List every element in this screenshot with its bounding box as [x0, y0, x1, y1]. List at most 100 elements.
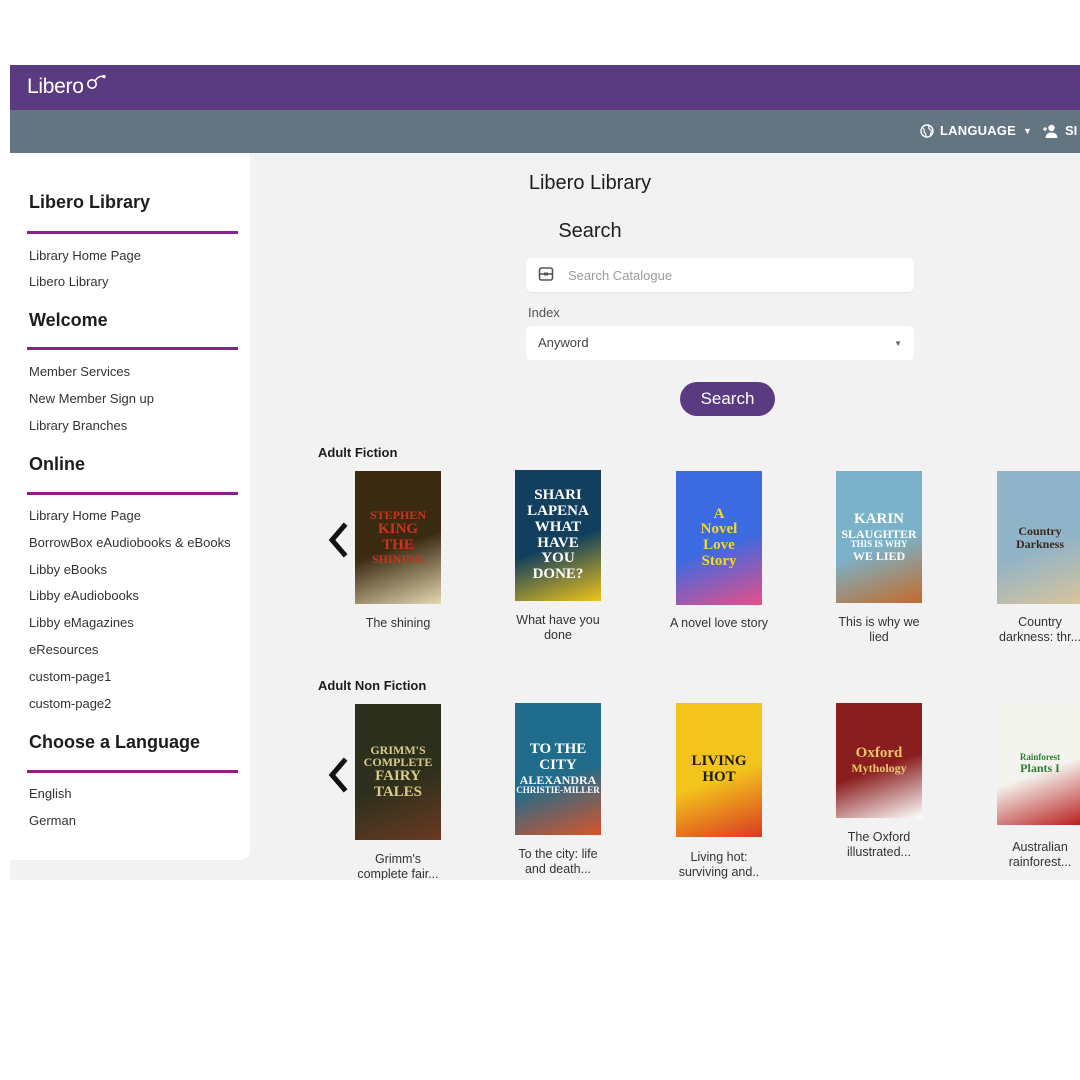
sidebar-link-library-home-page[interactable]: Library Home Page	[29, 248, 141, 263]
top-bar: Libero	[10, 65, 1080, 110]
book-cover-text: Darkness	[1015, 536, 1064, 551]
page-title: Libero Library	[528, 172, 652, 194]
sidebar-link-libby-emagazines[interactable]: Libby eMagazines	[29, 615, 134, 630]
book-title[interactable]: The shining	[348, 616, 448, 631]
book-cover-text: FAIRY	[375, 767, 421, 784]
sidebar-link-custom-page2[interactable]: custom-page2	[29, 696, 111, 711]
search-input[interactable]	[568, 265, 898, 285]
book-card[interactable]: KARIN SLAUGHTER THIS IS WHY WE LIED This is …	[819, 471, 939, 649]
book-cover-text: TALES	[373, 783, 423, 800]
book-cover[interactable]: LIVING HOT	[676, 703, 762, 837]
logo-text: Libero	[27, 75, 84, 98]
book-cover-text: KING	[377, 520, 418, 537]
book-title[interactable]: This is why we lied	[829, 615, 929, 645]
sidebar-link-libero-library[interactable]: Libero Library	[29, 274, 109, 289]
book-cover-text: Love	[703, 537, 735, 553]
book-cover[interactable]: Rainforest Plants I	[997, 703, 1080, 825]
book-cover[interactable]: KARIN SLAUGHTER THIS IS WHY WE LIED	[836, 471, 922, 603]
chevron-down-icon: ▼	[894, 339, 902, 348]
book-card[interactable]: STEPHEN KING THE SHINING The shining	[338, 471, 458, 650]
book-title[interactable]: What have you done	[508, 613, 608, 643]
book-cover-text: CITY	[539, 756, 577, 773]
book-cover[interactable]: TO THE CITY ALEXANDRA CHRISTIE-MILLER	[515, 703, 601, 835]
globe-icon	[920, 123, 934, 138]
book-cover[interactable]: Country Darkness	[997, 471, 1080, 604]
book-cover-text: KARIN	[853, 510, 904, 527]
sign-in-label: SI	[1065, 123, 1078, 138]
book-card[interactable]: Rainforest Plants I Australian rainforest.…	[980, 703, 1080, 874]
book-title[interactable]: Country darkness: thr...	[990, 615, 1080, 645]
book-cover-text: Mythology	[851, 761, 907, 776]
sidebar-link-libby-eaudiobooks[interactable]: Libby eAudiobooks	[29, 588, 139, 603]
book-card[interactable]: SHARI LAPENA WHAT HAVE YOU DONE? What have you…	[498, 470, 618, 647]
carousel-title-adult-non-fiction: Adult Non Fiction	[318, 678, 427, 693]
sidebar: Libero Library Library Home Page Libero …	[10, 153, 250, 860]
book-title[interactable]: A novel love story	[669, 616, 769, 631]
book-cover-text: DONE?	[532, 566, 584, 582]
book-cover-text: SHINING	[371, 552, 424, 567]
book-cover-text: Novel	[700, 521, 738, 538]
libero-logo[interactable]: Libero	[27, 74, 107, 101]
sidebar-link-borrowbox[interactable]: BorrowBox eAudiobooks & eBooks	[29, 535, 231, 550]
book-cover-text: CHRISTIE-MILLER	[516, 785, 600, 796]
user-icon	[1043, 124, 1058, 138]
sidebar-link-new-member-sign-up[interactable]: New Member Sign up	[29, 391, 154, 406]
book-cover[interactable]: GRIMM'S COMPLETE FAIRY TALES	[355, 704, 441, 840]
index-selected-value: Anyword	[538, 335, 589, 350]
book-title[interactable]: To the city: life and death...	[508, 847, 608, 877]
book-card[interactable]: GRIMM'S COMPLETE FAIRY TALES Grimm's complet…	[338, 704, 458, 880]
language-label: LANGUAGE	[940, 123, 1016, 138]
book-title[interactable]: Grimm's complete fair...	[348, 852, 448, 880]
carousel-title-adult-fiction: Adult Fiction	[318, 445, 398, 460]
sidebar-link-english[interactable]: English	[29, 786, 72, 801]
sidebar-divider	[27, 770, 238, 773]
book-cover[interactable]: SHARI LAPENA WHAT HAVE YOU DONE?	[515, 470, 601, 601]
sidebar-divider	[27, 231, 238, 234]
index-label: Index	[528, 305, 560, 320]
sidebar-link-german[interactable]: German	[29, 813, 76, 828]
book-cover-text: Story	[701, 552, 737, 569]
index-select[interactable]: Anyword ▼	[526, 326, 914, 360]
book-cover[interactable]: STEPHEN KING THE SHINING	[355, 471, 441, 604]
sidebar-link-library-home-page-online[interactable]: Library Home Page	[29, 508, 141, 523]
sign-in-link[interactable]: SI	[1042, 123, 1077, 138]
book-cover-text: Country	[1018, 523, 1062, 538]
book-cover-text: COMPLETE	[363, 755, 433, 770]
book-title[interactable]: The Oxford illustrated...	[829, 830, 929, 860]
sidebar-link-member-services[interactable]: Member Services	[29, 364, 130, 379]
book-cover-text: TO THE	[529, 741, 587, 758]
book-cover-text: THE	[382, 536, 414, 553]
book-cover-text: YOU	[541, 550, 575, 567]
book-cover[interactable]: Oxford Mythology	[836, 703, 922, 818]
sidebar-heading-online: Online	[29, 454, 86, 474]
book-title[interactable]: Living hot: surviving and..	[669, 850, 769, 880]
sidebar-divider	[27, 347, 238, 350]
sidebar-link-eresources[interactable]: eResources	[29, 642, 98, 657]
sidebar-link-library-branches[interactable]: Library Branches	[29, 418, 127, 433]
book-cover-text: Plants I	[1020, 761, 1060, 776]
book-cover-text: WE LIED	[852, 548, 906, 563]
book-cover-text: HOT	[702, 769, 736, 785]
language-menu[interactable]: LANGUAGE ▼	[920, 123, 1032, 138]
sidebar-link-custom-page1[interactable]: custom-page1	[29, 669, 111, 684]
sidebar-divider	[27, 492, 238, 495]
search-button[interactable]: Search	[680, 382, 775, 416]
sidebar-heading-libero-library: Libero Library	[29, 192, 151, 212]
sidebar-link-libby-ebooks[interactable]: Libby eBooks	[29, 562, 107, 577]
book-card[interactable]: TO THE CITY ALEXANDRA CHRISTIE-MILLER To the…	[498, 703, 618, 880]
book-title[interactable]: Australian rainforest...	[990, 840, 1080, 870]
book-card[interactable]: Country Darkness Country darkness: thr...	[980, 471, 1080, 649]
book-card[interactable]: Oxford Mythology The Oxford illustrated...	[819, 703, 939, 864]
catalogue-icon	[538, 267, 554, 281]
book-card[interactable]: A Novel Love Story A novel love story	[659, 471, 779, 650]
book-cover[interactable]: A Novel Love Story	[676, 471, 762, 605]
book-cover-text: STEPHEN	[369, 508, 426, 523]
logo-mark-icon	[86, 74, 106, 89]
utility-bar: LANGUAGE ▼ SI	[10, 110, 1080, 153]
chevron-down-icon: ▼	[1023, 125, 1033, 136]
book-card[interactable]: LIVING HOT Living hot: surviving and..	[659, 703, 779, 880]
sidebar-heading-welcome: Welcome	[29, 310, 108, 330]
app-window: Libero LANGUAGE ▼ SI Libero Library Libr…	[10, 65, 1080, 880]
sidebar-heading-choose-language: Choose a Language	[29, 732, 201, 752]
book-cover-text: LIVING	[691, 753, 747, 770]
